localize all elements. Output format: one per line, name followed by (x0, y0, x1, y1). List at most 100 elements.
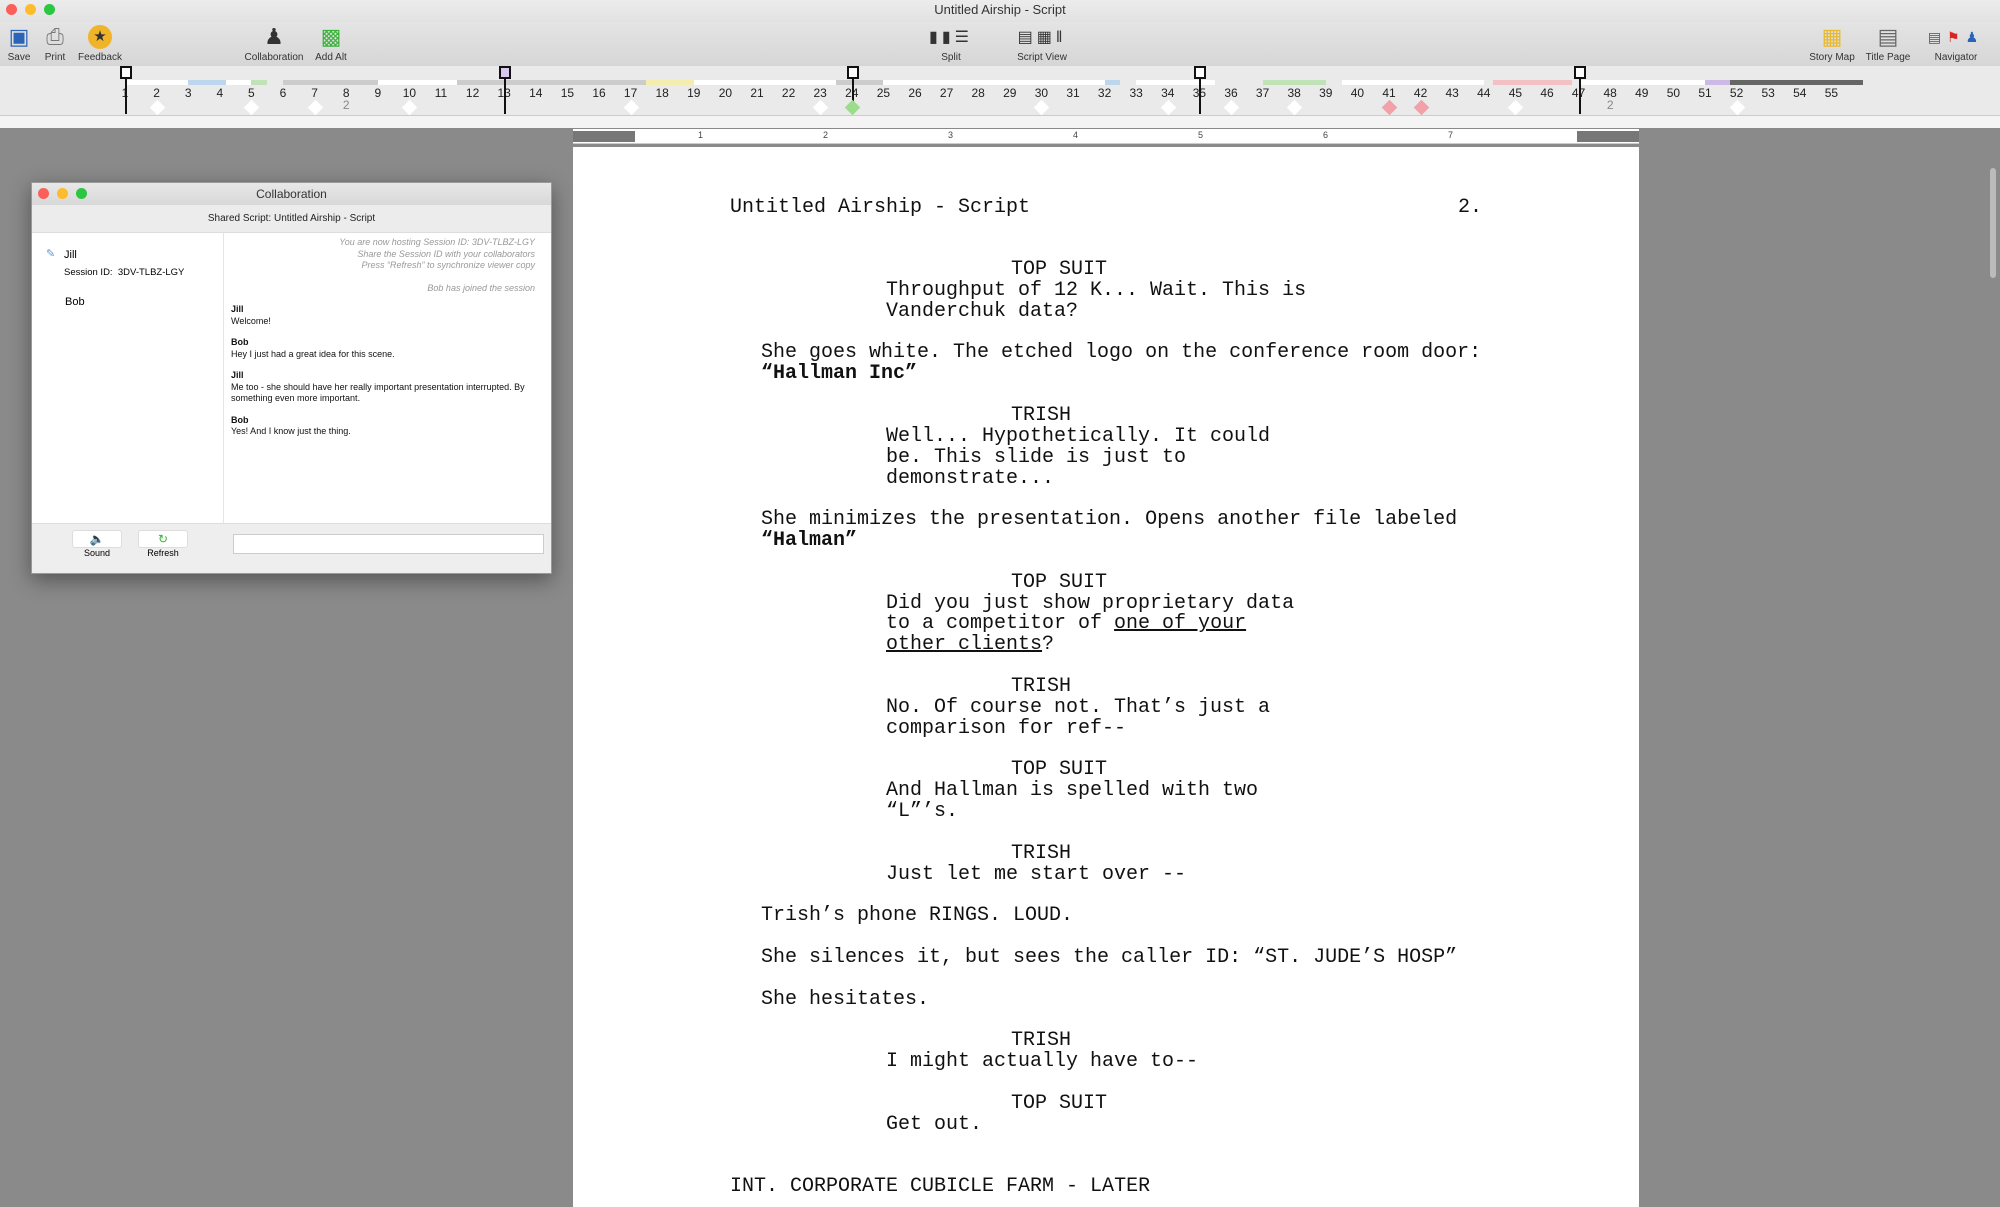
scene-bar[interactable] (1705, 80, 1731, 85)
scene-number[interactable]: 25 (877, 86, 890, 100)
scene-bar[interactable] (1262, 80, 1326, 85)
note-marker[interactable] (1034, 99, 1050, 116)
scene-bar[interactable] (188, 80, 227, 85)
scene-bar[interactable] (283, 80, 378, 85)
scene-number[interactable]: 42 (1414, 86, 1427, 100)
chat-input[interactable] (233, 534, 544, 554)
note-marker[interactable] (812, 99, 829, 116)
participant-jill[interactable]: Jill (64, 249, 77, 261)
scene-number[interactable]: 53 (1762, 86, 1775, 100)
scene-bar[interactable] (883, 80, 1105, 85)
scene-number[interactable]: 5 (248, 86, 255, 100)
scene-number[interactable]: 32 (1098, 86, 1111, 100)
note-marker[interactable] (623, 99, 639, 116)
scene-number[interactable]: 17 (624, 86, 637, 100)
scene-number[interactable]: 41 (1382, 86, 1395, 100)
scene-number[interactable]: 30 (1035, 86, 1048, 100)
scene-number[interactable]: 18 (656, 86, 669, 100)
scene-number[interactable]: 39 (1319, 86, 1332, 100)
scene-number[interactable]: 34 (1161, 86, 1174, 100)
scene-number[interactable]: 33 (1130, 86, 1143, 100)
scene-timeline[interactable]: 1234567891011121314151617181920212223242… (0, 66, 2000, 116)
navigator-button[interactable]: ▤ ⚑ ♟ Navigator (1920, 22, 1992, 64)
scene-bar[interactable] (693, 80, 836, 85)
note-marker[interactable] (844, 99, 861, 116)
scene-bar[interactable] (251, 80, 268, 85)
note-marker[interactable] (402, 99, 418, 116)
collaboration-button[interactable]: ♟ Collaboration (242, 22, 306, 63)
scene-number[interactable]: 21 (750, 86, 763, 100)
vertical-scrollbar[interactable] (1990, 168, 1996, 278)
scene-bar[interactable] (456, 80, 647, 85)
scene-number[interactable]: 27 (940, 86, 953, 100)
scene-number[interactable]: 10 (403, 86, 416, 100)
scene-number[interactable]: 45 (1509, 86, 1522, 100)
scene-number[interactable]: 38 (1288, 86, 1301, 100)
scene-number[interactable]: 43 (1446, 86, 1459, 100)
scene-bar[interactable] (1136, 80, 1216, 85)
scene-number[interactable]: 50 (1667, 86, 1680, 100)
note-marker[interactable] (149, 99, 165, 116)
scene-number[interactable]: 49 (1635, 86, 1648, 100)
scene-number[interactable]: 19 (687, 86, 700, 100)
page-marker-handle[interactable] (846, 66, 859, 79)
scene-number[interactable]: 37 (1256, 86, 1269, 100)
page-marker-handle[interactable] (120, 66, 132, 79)
note-marker[interactable] (1286, 99, 1303, 116)
scene-number[interactable]: 6 (280, 86, 287, 100)
collab-minimize-button[interactable] (57, 188, 68, 199)
sound-button[interactable]: 🔈 Sound (72, 530, 122, 558)
scene-number[interactable]: 11 (435, 86, 447, 100)
add-alt-button[interactable]: ▩ Add Alt (310, 22, 352, 63)
scene-number[interactable]: 55 (1825, 86, 1838, 100)
close-button[interactable] (6, 4, 17, 15)
scene-bar[interactable] (226, 80, 252, 85)
page-marker-handle[interactable] (1573, 66, 1586, 79)
scene-number[interactable]: 9 (374, 86, 381, 100)
scene-number[interactable]: 52 (1730, 86, 1743, 100)
scene-number[interactable]: 2 (153, 86, 160, 100)
page-marker-handle[interactable] (1194, 66, 1207, 79)
note-marker[interactable] (244, 99, 260, 116)
scene-bar[interactable] (125, 80, 189, 85)
scene-number[interactable]: 40 (1351, 86, 1364, 100)
scene-number[interactable]: 23 (814, 86, 827, 100)
script-page[interactable]: Untitled Airship - Script 2. TOP SUIT Thr… (573, 147, 1639, 1207)
feedback-button[interactable]: ★ Feedback (76, 22, 124, 63)
scene-number[interactable]: 26 (908, 86, 921, 100)
note-marker[interactable] (1508, 99, 1524, 116)
scene-number[interactable]: 54 (1793, 86, 1806, 100)
scene-number[interactable]: 28 (972, 86, 985, 100)
scene-bar[interactable] (836, 80, 884, 85)
page-marker-handle[interactable] (499, 66, 512, 79)
scene-bar[interactable] (1730, 80, 1863, 85)
scene-number[interactable]: 22 (782, 86, 795, 100)
collab-close-button[interactable] (38, 188, 49, 199)
scene-bar[interactable] (646, 80, 694, 85)
scene-number[interactable]: 36 (1224, 86, 1237, 100)
scene-bar[interactable] (1341, 80, 1484, 85)
script-view-control[interactable]: ▤▦‖ Script View (1004, 22, 1080, 63)
scene-number[interactable]: 31 (1066, 86, 1079, 100)
alt-count-badge[interactable]: 2 (1607, 98, 1614, 112)
scene-number[interactable]: 29 (1003, 86, 1016, 100)
scene-bar[interactable] (1578, 80, 1705, 85)
scene-number[interactable]: 3 (185, 86, 192, 100)
note-marker[interactable] (1223, 99, 1240, 116)
scene-number[interactable]: 12 (466, 86, 479, 100)
scene-number[interactable]: 15 (561, 86, 574, 100)
note-marker[interactable] (1729, 99, 1745, 116)
title-page-button[interactable]: ▤ Title Page (1862, 22, 1914, 63)
scene-bar[interactable] (1104, 80, 1121, 85)
note-marker[interactable] (1381, 99, 1398, 116)
scene-bar[interactable] (377, 80, 457, 85)
scene-number[interactable]: 44 (1477, 86, 1490, 100)
scene-number[interactable]: 7 (311, 86, 318, 100)
minimize-button[interactable] (25, 4, 36, 15)
refresh-button[interactable]: ↻ Refresh (138, 530, 188, 558)
story-map-button[interactable]: ▦ Story Map (1806, 22, 1858, 63)
scene-number[interactable]: 51 (1698, 86, 1711, 100)
split-control[interactable]: ▮▮☰ Split (915, 22, 987, 63)
scene-number[interactable]: 46 (1540, 86, 1553, 100)
scene-number[interactable]: 20 (719, 86, 732, 100)
